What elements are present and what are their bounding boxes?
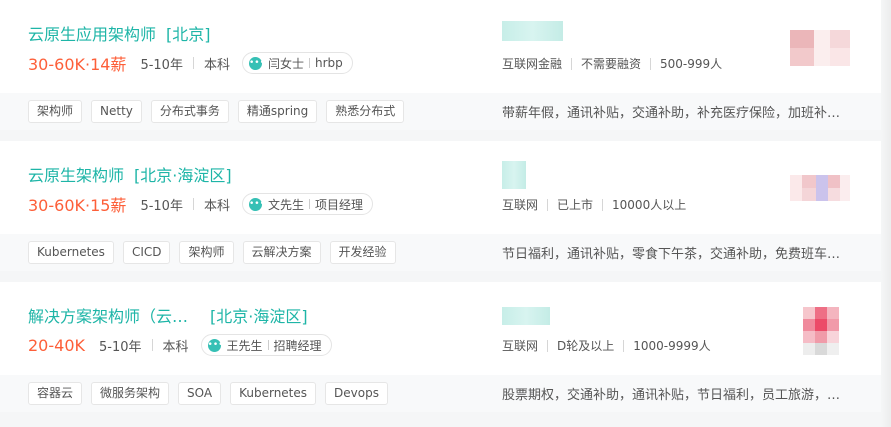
divider — [547, 198, 549, 211]
skill-tag: 架构师 — [28, 100, 83, 123]
skill-tags: Kubernetes CICD 架构师 云解决方案 开发经验 — [28, 241, 405, 264]
skill-tag: 分布式事务 — [150, 100, 229, 123]
welfare-text: 股票期权，交通补助，通讯补贴，节日福利，员工旅游，… — [502, 388, 841, 403]
recruiter-chat-button[interactable]: ••• 王先生 招聘经理 — [200, 334, 332, 356]
recruiter-name: 王先生 — [226, 338, 263, 353]
company-size: 10000人以上 — [612, 198, 687, 212]
job-title-link[interactable]: 云原生架构师 [北京·海淀区] — [28, 162, 232, 186]
job-title-link[interactable]: 解决方案架构师（云… [北京·海淀区] — [28, 303, 308, 327]
company-size: 1000-9999人 — [633, 339, 711, 353]
chat-bubble-icon: ••• — [248, 197, 265, 211]
divider — [308, 199, 310, 209]
company-industry: 互联网 — [502, 339, 539, 353]
job-experience: 5-10年 — [98, 339, 142, 355]
skill-tag: 架构师 — [179, 241, 234, 264]
company-info: 互联网 D轮及以上 1000-9999人 — [502, 337, 711, 354]
company-industry: 互联网 — [502, 198, 539, 212]
welfare-text: 节日福利，通讯补贴，零食下午茶，交通补助，免费班车… — [502, 247, 841, 262]
divider — [602, 198, 604, 211]
divider — [571, 57, 573, 70]
skill-tag: Kubernetes — [230, 382, 317, 405]
skill-tag: 微服务架构 — [91, 382, 170, 405]
scrollbar-track[interactable] — [881, 0, 891, 427]
divider — [650, 57, 652, 70]
job-meta: 30-60K·15薪 5-10年 本科 ••• 文先生 项目经理 — [28, 193, 373, 215]
company-funding: D轮及以上 — [557, 339, 615, 353]
divider — [151, 339, 153, 351]
divider — [623, 339, 625, 352]
skill-tag: SOA — [178, 382, 222, 405]
skill-tag: 熟悉分布式 — [326, 100, 405, 123]
job-meta: 20-40K 5-10年 本科 ••• 王先生 招聘经理 — [28, 334, 332, 356]
recruiter-chat-button[interactable]: ••• 闫女士 hrbp — [241, 52, 353, 74]
recruiter-role: hrbp — [314, 56, 343, 70]
company-logo-blurred[interactable] — [803, 307, 839, 355]
job-card[interactable]: 云原生应用架构师 [北京] 30-60K·14薪 5-10年 本科 ••• 闫女士… — [0, 0, 881, 130]
job-location: [北京·海淀区] — [134, 166, 232, 185]
recruiter-chat-button[interactable]: ••• 文先生 项目经理 — [241, 193, 373, 215]
job-experience: 5-10年 — [140, 198, 183, 214]
job-card-footer: 容器云 微服务架构 SOA Kubernetes Devops 股票期权，交通补… — [0, 375, 881, 412]
skill-tag: 开发经验 — [329, 241, 396, 264]
company-logo-blurred[interactable] — [790, 30, 850, 66]
company-info: 互联网 已上市 10000人以上 — [502, 196, 686, 213]
recruiter-name: 闫女士 — [267, 56, 304, 71]
chat-bubble-icon: ••• — [207, 338, 224, 352]
company-funding: 不需要融资 — [581, 57, 642, 71]
job-title[interactable]: 解决方案架构师（云… — [28, 307, 188, 326]
job-education: 本科 — [162, 339, 189, 355]
skill-tag: 精通spring — [237, 100, 318, 123]
job-card-footer: 架构师 Netty 分布式事务 精通spring 熟悉分布式 带薪年假，通讯补贴… — [0, 93, 881, 130]
company-industry: 互联网金融 — [502, 57, 563, 71]
job-salary: 30-60K·15薪 — [28, 196, 127, 215]
divider — [192, 198, 194, 210]
divider — [547, 339, 549, 352]
recruiter-role: 项目经理 — [314, 197, 363, 212]
skill-tags: 容器云 微服务架构 SOA Kubernetes Devops — [28, 382, 397, 405]
divider — [192, 57, 194, 69]
job-experience: 5-10年 — [140, 57, 183, 73]
job-card-primary: 解决方案架构师（云… [北京·海淀区] 20-40K 5-10年 本科 ••• 王… — [0, 282, 881, 375]
job-card-primary: 云原生应用架构师 [北京] 30-60K·14薪 5-10年 本科 ••• 闫女士… — [0, 0, 881, 93]
company-name-blurred[interactable] — [502, 21, 563, 41]
job-title-link[interactable]: 云原生应用架构师 [北京] — [28, 21, 211, 45]
skill-tag: 云解决方案 — [242, 241, 321, 264]
skill-tag: Devops — [325, 382, 388, 405]
job-card[interactable]: 解决方案架构师（云… [北京·海淀区] 20-40K 5-10年 本科 ••• 王… — [0, 282, 881, 412]
divider — [267, 340, 269, 350]
skill-tags: 架构师 Netty 分布式事务 精通spring 熟悉分布式 — [28, 100, 413, 123]
job-location: [北京] — [166, 25, 211, 44]
company-funding: 已上市 — [557, 198, 594, 212]
skill-tag: Kubernetes — [28, 241, 114, 264]
job-title[interactable]: 云原生架构师 — [28, 166, 124, 185]
company-size: 500-999人 — [660, 57, 723, 71]
job-education: 本科 — [203, 198, 230, 214]
company-info: 互联网金融 不需要融资 500-999人 — [502, 55, 722, 72]
skill-tag: CICD — [122, 241, 171, 264]
job-salary: 30-60K·14薪 — [28, 55, 127, 74]
job-salary: 20-40K — [28, 335, 85, 355]
welfare-text: 带薪年假，通讯补贴，交通补助，补充医疗保险，加班补… — [502, 106, 841, 121]
chat-bubble-icon: ••• — [248, 56, 265, 70]
job-education: 本科 — [203, 57, 230, 73]
company-name-blurred[interactable] — [502, 161, 526, 189]
skill-tag: 容器云 — [28, 382, 83, 405]
skill-tag: Netty — [91, 100, 142, 123]
company-name-blurred[interactable] — [502, 307, 550, 325]
divider — [308, 58, 310, 68]
recruiter-name: 文先生 — [267, 197, 304, 212]
job-title[interactable]: 云原生应用架构师 — [28, 25, 156, 44]
job-list: 云原生应用架构师 [北京] 30-60K·14薪 5-10年 本科 ••• 闫女士… — [0, 0, 891, 427]
job-card-primary: 云原生架构师 [北京·海淀区] 30-60K·15薪 5-10年 本科 ••• 文… — [0, 141, 881, 234]
job-card[interactable]: 云原生架构师 [北京·海淀区] 30-60K·15薪 5-10年 本科 ••• 文… — [0, 141, 881, 271]
job-meta: 30-60K·14薪 5-10年 本科 ••• 闫女士 hrbp — [28, 52, 353, 74]
recruiter-role: 招聘经理 — [273, 338, 322, 353]
job-location: [北京·海淀区] — [210, 307, 308, 326]
job-card-footer: Kubernetes CICD 架构师 云解决方案 开发经验 节日福利，通讯补贴… — [0, 234, 881, 271]
company-logo-blurred[interactable] — [790, 175, 850, 201]
